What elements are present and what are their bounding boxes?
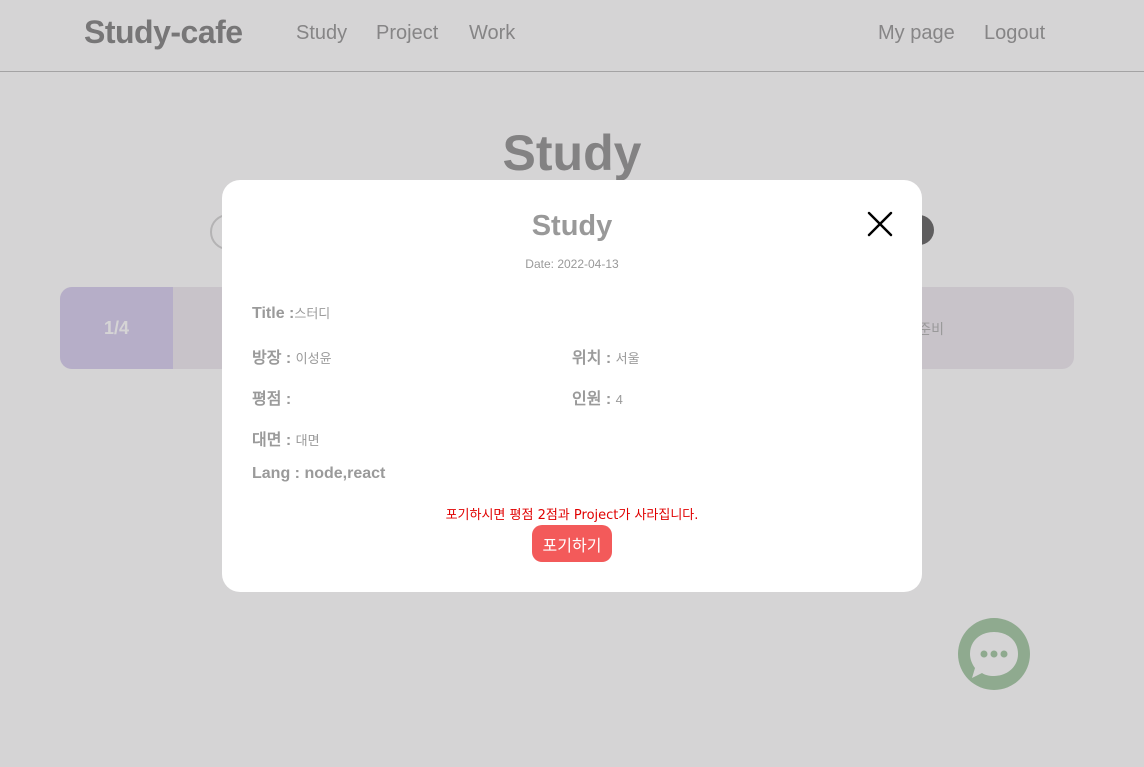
field-rating-label: 평점 : (252, 391, 292, 408)
study-detail-modal: Study Date: 2022-04-13 Title :스터디 방장 : 이… (222, 180, 922, 592)
giveup-button[interactable]: 포기하기 (532, 525, 612, 562)
field-title-value: 스터디 (294, 306, 331, 321)
field-lang: Lang : node,react (252, 465, 385, 483)
close-button[interactable] (862, 206, 898, 242)
field-location: 위치 : 서울 (572, 344, 640, 368)
field-leader: 방장 : 이성윤 (252, 344, 332, 368)
field-members-label: 인원 : (572, 391, 612, 408)
field-lang-label: Lang : (252, 465, 300, 482)
field-members-value: 4 (615, 392, 623, 407)
field-meeting-value: 대면 (295, 433, 320, 448)
field-members: 인원 : 4 (572, 385, 623, 409)
giveup-warning: 포기하시면 평점 2점과 Project가 사라집니다. (445, 508, 699, 523)
field-lang-value: node,react (304, 465, 386, 482)
field-location-label: 위치 : (572, 350, 612, 367)
modal-title: Study (531, 210, 613, 242)
field-rating: 평점 : (252, 385, 291, 409)
field-title-label: Title : (252, 305, 295, 322)
close-icon (867, 211, 893, 237)
field-title: Title :스터디 (252, 303, 330, 323)
field-leader-label: 방장 : (252, 350, 292, 367)
field-meeting-label: 대면 : (252, 432, 292, 449)
field-location-value: 서울 (615, 351, 640, 366)
page: Study-cafe Study Project Work My page Lo… (0, 0, 1144, 767)
field-leader-value: 이성윤 (295, 351, 332, 366)
field-meeting: 대면 : 대면 (252, 426, 320, 450)
modal-date: Date: 2022-04-13 (525, 257, 619, 271)
